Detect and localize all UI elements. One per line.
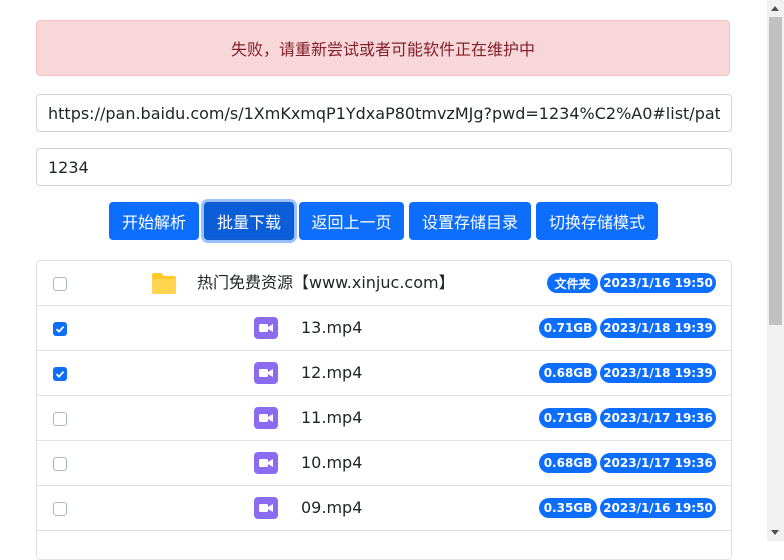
size-badge: 文件夹 xyxy=(547,273,598,293)
file-name[interactable]: 09.mp4 xyxy=(301,486,362,530)
file-row[interactable]: 10.mp4 0.68GB 2023/1/17 19:36 xyxy=(37,441,731,486)
date-badge: 2023/1/17 19:36 xyxy=(600,408,716,428)
scrollbar-thumb[interactable] xyxy=(769,17,782,325)
file-row[interactable]: 12.mp4 0.68GB 2023/1/18 19:39 xyxy=(37,351,731,396)
set-storage-dir-button[interactable]: 设置存储目录 xyxy=(409,202,531,240)
error-alert: 失败，请重新尝试或者可能软件正在维护中 xyxy=(36,20,730,76)
back-button[interactable]: 返回上一页 xyxy=(299,202,404,240)
file-name[interactable]: 热门免费资源【www.xinjuc.com】 xyxy=(197,261,455,305)
video-icon xyxy=(254,362,278,384)
password-input[interactable] xyxy=(36,148,732,186)
page-scrollbar[interactable] xyxy=(767,0,784,541)
alert-message: 失败，请重新尝试或者可能软件正在维护中 xyxy=(230,40,535,59)
file-row[interactable]: 09.mp4 0.35GB 2023/1/16 19:50 xyxy=(37,486,731,531)
file-name[interactable]: 11.mp4 xyxy=(301,396,362,440)
scroll-up-icon[interactable] xyxy=(771,6,779,11)
file-list: 热门免费资源【www.xinjuc.com】 文件夹 2023/1/16 19:… xyxy=(36,260,732,560)
size-badge: 0.71GB xyxy=(539,408,597,428)
file-row[interactable]: 13.mp4 0.71GB 2023/1/18 19:39 xyxy=(37,306,731,351)
row-checkbox[interactable] xyxy=(53,367,67,381)
file-row[interactable]: 11.mp4 0.71GB 2023/1/17 19:36 xyxy=(37,396,731,441)
action-toolbar: 开始解析 批量下载 返回上一页 设置存储目录 切换存储模式 xyxy=(0,202,767,240)
switch-storage-mode-button[interactable]: 切换存储模式 xyxy=(536,202,658,240)
date-badge: 2023/1/16 19:50 xyxy=(600,498,716,518)
batch-download-button[interactable]: 批量下载 xyxy=(204,202,294,240)
row-checkbox[interactable] xyxy=(53,502,67,516)
size-badge: 0.71GB xyxy=(539,318,597,338)
row-checkbox[interactable] xyxy=(53,322,67,336)
size-badge: 0.68GB xyxy=(539,453,597,473)
date-badge: 2023/1/18 19:39 xyxy=(600,318,716,338)
date-badge: 2023/1/18 19:39 xyxy=(600,363,716,383)
date-badge: 2023/1/17 19:36 xyxy=(600,453,716,473)
video-icon xyxy=(254,407,278,429)
file-name[interactable]: 12.mp4 xyxy=(301,351,362,395)
scroll-down-icon[interactable] xyxy=(771,530,779,535)
size-badge: 0.35GB xyxy=(539,498,597,518)
row-checkbox[interactable] xyxy=(53,457,67,471)
file-name[interactable]: 13.mp4 xyxy=(301,306,362,350)
start-parse-button[interactable]: 开始解析 xyxy=(109,202,199,240)
folder-icon xyxy=(152,273,176,294)
video-icon xyxy=(254,497,278,519)
date-badge: 2023/1/16 19:50 xyxy=(600,273,716,293)
file-name[interactable]: 10.mp4 xyxy=(301,441,362,485)
video-icon xyxy=(254,452,278,474)
row-checkbox[interactable] xyxy=(53,277,67,291)
video-icon xyxy=(254,317,278,339)
size-badge: 0.68GB xyxy=(539,363,597,383)
row-checkbox[interactable] xyxy=(53,412,67,426)
file-row[interactable]: 热门免费资源【www.xinjuc.com】 文件夹 2023/1/16 19:… xyxy=(37,261,731,306)
share-url-input[interactable] xyxy=(36,94,732,132)
